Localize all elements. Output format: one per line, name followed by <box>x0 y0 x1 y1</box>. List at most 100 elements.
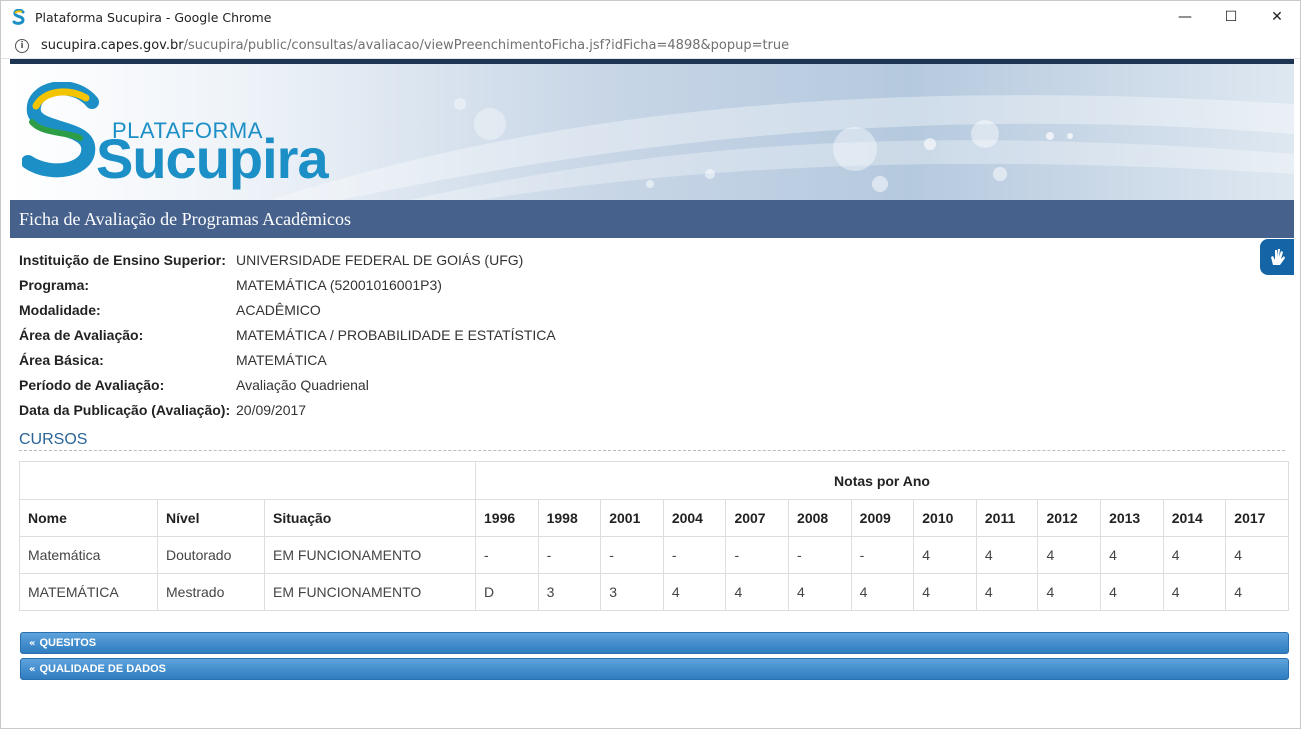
cell-nota: D <box>475 573 539 611</box>
cell-situacao: EM FUNCIONAMENTO <box>264 536 476 574</box>
cell-nota: 4 <box>725 573 790 611</box>
window-title: Plataforma Sucupira - Google Chrome <box>35 9 272 25</box>
detail-row-data-publicacao: Data da Publicação (Avaliação): 20/09/20… <box>19 400 1285 420</box>
cell-nivel: Mestrado <box>157 573 265 611</box>
table-header-empty <box>19 461 476 500</box>
detail-value: 20/09/2017 <box>236 402 307 418</box>
column-header-year: 2011 <box>975 499 1039 537</box>
close-button[interactable]: ✕ <box>1254 1 1300 33</box>
detail-row-area-avaliacao: Área de Avaliação: MATEMÁTICA / PROBABIL… <box>19 325 1285 345</box>
double-chevron-up-icon: « <box>29 663 36 675</box>
accordion-qualidade-de-dados[interactable]: « QUALIDADE DE DADOS <box>20 658 1289 680</box>
url-text[interactable]: sucupira.capes.gov.br/sucupira/public/co… <box>41 38 789 53</box>
accordion: « QUESITOS « QUALIDADE DE DADOS <box>20 632 1289 680</box>
column-header-year: 2010 <box>913 499 977 537</box>
cursos-table-body: Matemática Doutorado EM FUNCIONAMENTO - - - - -… <box>19 536 1289 611</box>
cell-nota: 4 <box>850 573 915 611</box>
column-header-year: 2017 <box>1225 499 1289 537</box>
cell-nota: 4 <box>1225 573 1289 611</box>
detail-value: MATEMÁTICA (52001016001P3) <box>236 277 442 293</box>
cell-nota: 4 <box>788 573 852 611</box>
hand-sign-icon <box>1271 249 1285 265</box>
column-header-year: 1996 <box>475 499 539 537</box>
site-info-icon[interactable]: i <box>15 38 29 53</box>
accordion-label: QUALIDADE DE DADOS <box>39 663 166 675</box>
detail-row-modalidade: Modalidade: ACADÊMICO <box>19 300 1285 320</box>
cell-nota: 3 <box>537 573 602 611</box>
table-row: Matemática Doutorado EM FUNCIONAMENTO - - - - -… <box>19 536 1289 574</box>
cell-nota: 4 <box>1100 536 1164 574</box>
browser-window: Plataforma Sucupira - Google Chrome — ☐ … <box>0 0 1301 729</box>
column-header-nome: Nome <box>19 499 158 537</box>
cell-nota: 4 <box>1162 573 1227 611</box>
address-bar[interactable]: i sucupira.capes.gov.br/sucupira/public/… <box>1 33 1300 59</box>
column-header-year: 2009 <box>850 499 915 537</box>
cell-situacao: EM FUNCIONAMENTO <box>264 573 476 611</box>
detail-label: Área de Avaliação: <box>19 327 144 343</box>
column-header-year: 2007 <box>725 499 790 537</box>
detail-label: Área Básica: <box>19 352 104 368</box>
cursos-section-title: CURSOS <box>19 431 1285 451</box>
cell-nota: 4 <box>975 536 1039 574</box>
detail-label: Período de Avaliação: <box>19 377 165 393</box>
detail-label: Instituição de Ensino Superior: <box>19 252 226 268</box>
column-header-year: 1998 <box>537 499 602 537</box>
cell-nota: 4 <box>1162 536 1227 574</box>
cell-nota: 4 <box>913 536 977 574</box>
column-header-year: 2014 <box>1162 499 1227 537</box>
cell-nota: 4 <box>975 573 1039 611</box>
column-header-year: 2012 <box>1037 499 1102 537</box>
cell-nota: 4 <box>662 573 727 611</box>
detail-label: Data da Publicação (Avaliação): <box>19 402 231 418</box>
detail-value: UNIVERSIDADE FEDERAL DE GOIÁS (UFG) <box>236 252 524 268</box>
cell-nota: - <box>600 536 664 574</box>
logo-sucupira-text: Sucupira <box>96 127 329 190</box>
cell-nota: 4 <box>1037 573 1102 611</box>
url-path: /sucupira/public/consultas/avaliacao/vie… <box>183 38 790 53</box>
cell-nota: 4 <box>1100 573 1164 611</box>
page-content: PLATAFORMA Sucupira Ficha de Avaliação d… <box>10 59 1294 728</box>
column-header-situacao: Situação <box>264 499 476 537</box>
accordion-quesitos[interactable]: « QUESITOS <box>20 632 1289 654</box>
detail-row-area-basica: Área Básica: MATEMÁTICA <box>19 350 1285 370</box>
cursos-table: Notas por Ano Nome Nível Situação 1996 19… <box>19 461 1289 611</box>
detail-row-instituicao: Instituição de Ensino Superior: UNIVERSI… <box>19 250 1285 270</box>
detail-value: MATEMÁTICA / PROBABILIDADE E ESTATÍSTICA <box>236 327 556 343</box>
cell-nota: 4 <box>913 573 977 611</box>
cell-nota: 4 <box>1225 536 1289 574</box>
maximize-button[interactable]: ☐ <box>1208 1 1254 33</box>
cell-nota: - <box>850 536 915 574</box>
accordion-label: QUESITOS <box>39 637 97 649</box>
cell-nota: - <box>662 536 727 574</box>
accessibility-widget-button[interactable] <box>1260 239 1294 275</box>
detail-value: ACADÊMICO <box>236 302 321 318</box>
sucupira-favicon-icon <box>11 9 27 25</box>
table-row: MATEMÁTICA Mestrado EM FUNCIONAMENTO D 3 3 4 4 4… <box>19 573 1289 611</box>
window-controls: — ☐ ✕ <box>1162 1 1300 33</box>
cell-nota: 3 <box>600 573 664 611</box>
column-header-nivel: Nível <box>157 499 265 537</box>
program-details: Instituição de Ensino Superior: UNIVERSI… <box>10 238 1294 420</box>
sucupira-logo[interactable]: PLATAFORMA Sucupira <box>22 82 329 190</box>
cell-nota: - <box>725 536 790 574</box>
notas-por-ano-header: Notas por Ano <box>475 461 1289 500</box>
cell-nota: - <box>788 536 852 574</box>
column-header-year: 2008 <box>788 499 852 537</box>
detail-row-programa: Programa: MATEMÁTICA (52001016001P3) <box>19 275 1285 295</box>
column-header-year: 2004 <box>662 499 727 537</box>
page-title: Ficha de Avaliação de Programas Acadêmic… <box>10 200 1294 238</box>
table-header-row: Nome Nível Situação 1996 1998 2001 2004 2007… <box>19 499 1289 537</box>
cell-nome: Matemática <box>19 536 158 574</box>
detail-label: Programa: <box>19 277 90 293</box>
cell-nivel: Doutorado <box>157 536 265 574</box>
detail-value: MATEMÁTICA <box>236 352 327 368</box>
minimize-button[interactable]: — <box>1162 1 1208 33</box>
cell-nota: - <box>537 536 602 574</box>
title-bar: Plataforma Sucupira - Google Chrome — ☐ … <box>1 1 1300 33</box>
url-domain: sucupira.capes.gov.br <box>41 38 184 53</box>
detail-row-periodo: Período de Avaliação: Avaliação Quadrien… <box>19 375 1285 395</box>
cell-nome: MATEMÁTICA <box>19 573 158 611</box>
cell-nota: - <box>475 536 539 574</box>
detail-value: Avaliação Quadrienal <box>236 377 369 393</box>
detail-label: Modalidade: <box>19 302 101 318</box>
